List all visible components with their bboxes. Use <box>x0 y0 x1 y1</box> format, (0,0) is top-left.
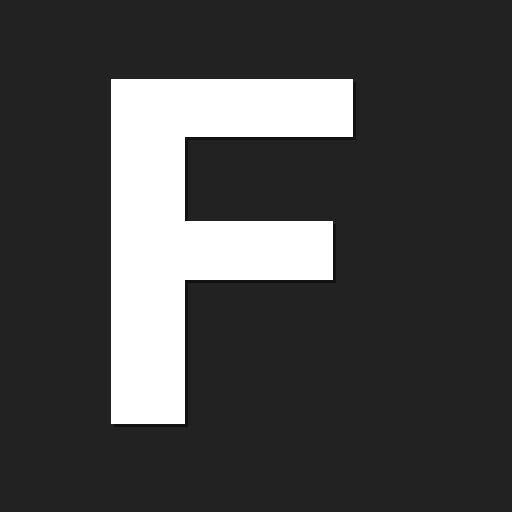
app-icon <box>0 0 512 512</box>
letter-f-icon <box>0 0 512 512</box>
